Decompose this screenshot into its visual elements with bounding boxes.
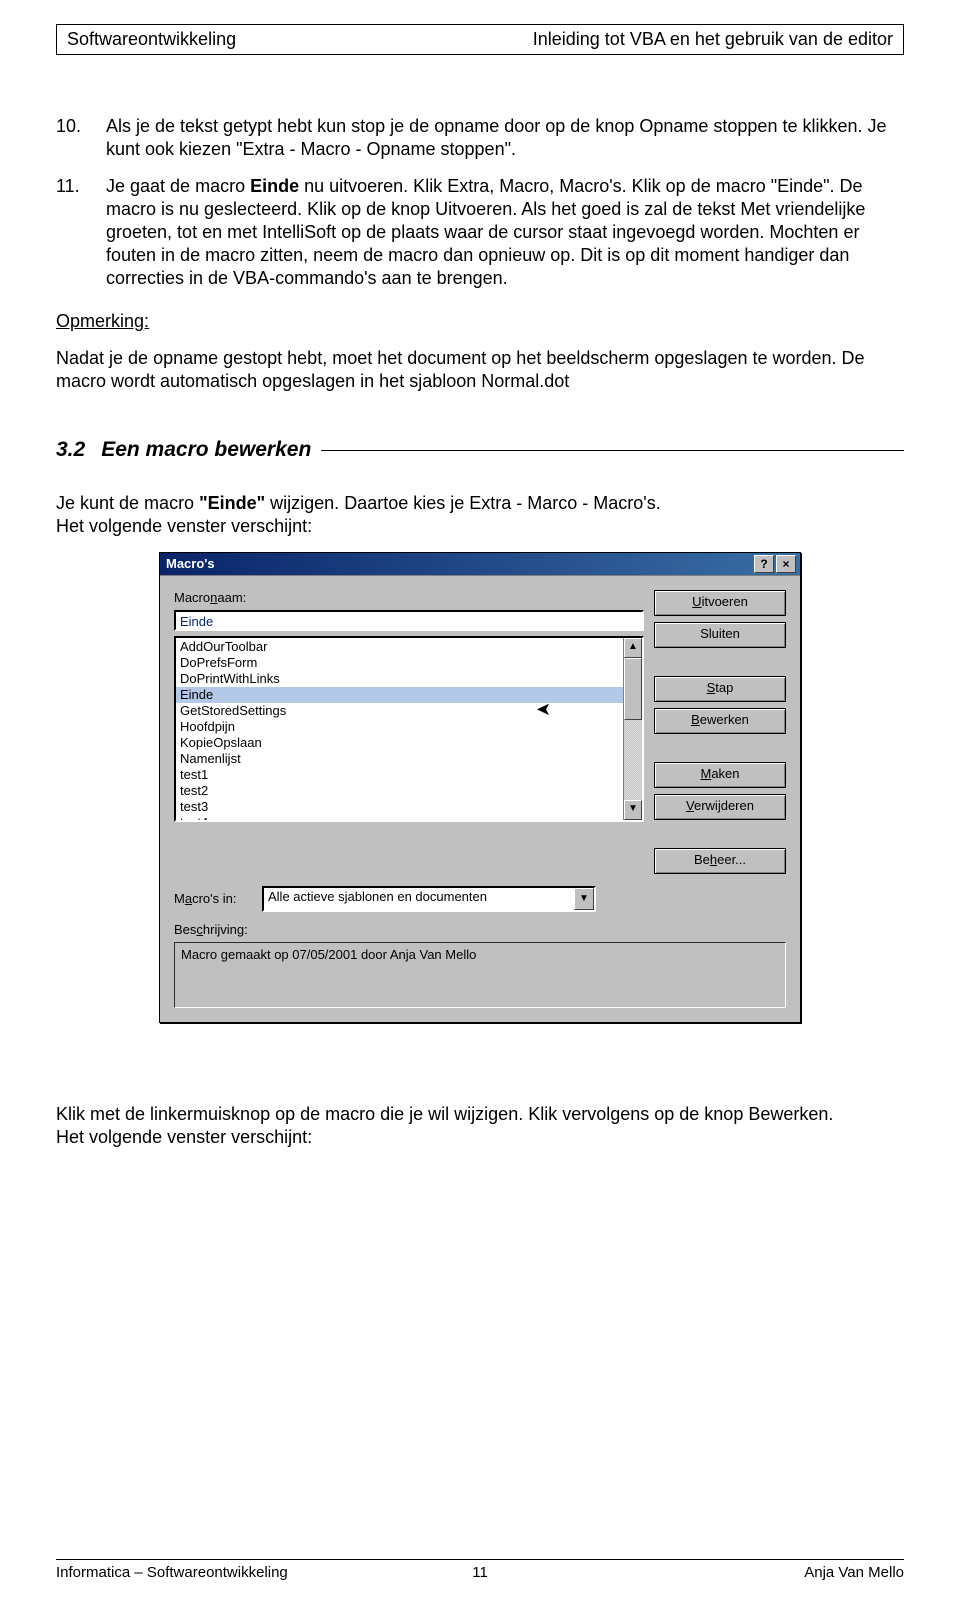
delete-button[interactable]: Verwijderen	[654, 794, 786, 820]
accelerator: a	[185, 891, 192, 906]
paragraph: Je kunt de macro "Einde" wijzigen. Daart…	[56, 492, 904, 538]
text-fragment: Bes	[174, 922, 196, 937]
text-fragment: Macro	[174, 590, 210, 605]
accelerator: U	[692, 594, 701, 609]
text-fragment: Het volgende venster verschijnt:	[56, 516, 312, 536]
header-left: Softwareontwikkeling	[67, 29, 236, 50]
dialog-buttons: Uitvoeren Sluiten Stap Bewerken Maken Ve…	[654, 590, 786, 874]
text-fragment: wijzigen. Daartoe kies je Extra - Marco …	[265, 493, 661, 513]
list-number: 10.	[56, 115, 106, 161]
dialog-title: Macro's	[166, 556, 215, 573]
document-body: 10. Als je de tekst getypt hebt kun stop…	[56, 115, 904, 1149]
section-heading: 3.2 Een macro bewerken	[56, 437, 904, 464]
help-button[interactable]: ?	[754, 555, 774, 573]
bold-text: Einde	[250, 176, 299, 196]
listbox-items: AddOurToolbarDoPrefsFormDoPrintWithLinks…	[176, 638, 623, 820]
list-number: 11.	[56, 175, 106, 290]
header-right: Inleiding tot VBA en het gebruik van de …	[533, 29, 893, 50]
list-item[interactable]: AddOurToolbar	[176, 639, 623, 655]
list-item[interactable]: KopieOpslaan	[176, 735, 623, 751]
list-item[interactable]: Namenlijst	[176, 751, 623, 767]
dialog-titlebar: Macro's ? ×	[160, 553, 800, 575]
page-header: Softwareontwikkeling Inleiding tot VBA e…	[56, 24, 904, 55]
macros-in-combo[interactable]: Alle actieve sjablonen en documenten ▼	[262, 886, 596, 912]
scroll-down-icon[interactable]: ▼	[624, 800, 642, 820]
macro-name-label: Macronaam:	[174, 590, 644, 607]
description-label: Beschrijving:	[174, 922, 786, 939]
scrollbar[interactable]: ▲ ▼	[623, 638, 642, 820]
close-dialog-button[interactable]: Sluiten	[654, 622, 786, 648]
text-fragment: M	[174, 891, 185, 906]
scroll-up-icon[interactable]: ▲	[624, 638, 642, 658]
accelerator: M	[700, 766, 711, 781]
button-label: itvoeren	[702, 594, 748, 609]
footer-right: Anja Van Mello	[804, 1564, 904, 1581]
description-box[interactable]: Macro gemaakt op 07/05/2001 door Anja Va…	[174, 942, 786, 1008]
footer-page-number: 11	[472, 1564, 488, 1581]
edit-button[interactable]: Bewerken	[654, 708, 786, 734]
step-button[interactable]: Stap	[654, 676, 786, 702]
note-text: Nadat je de opname gestopt hebt, moet he…	[56, 347, 904, 393]
button-label: ewerken	[700, 712, 749, 727]
button-label: Be	[694, 852, 710, 867]
footer-left: Informatica – Softwareontwikkeling	[56, 1564, 288, 1581]
list-item[interactable]: DoPrefsForm	[176, 655, 623, 671]
window-buttons: ? ×	[754, 555, 796, 573]
button-label: tap	[715, 680, 733, 695]
heading-rule	[321, 450, 904, 451]
text-line: Klik met de linkermuisknop op de macro d…	[56, 1104, 833, 1124]
text-fragment: aam:	[217, 590, 246, 605]
list-item[interactable]: test3	[176, 799, 623, 815]
chevron-down-icon[interactable]: ▼	[574, 888, 594, 910]
list-item[interactable]: DoPrintWithLinks	[176, 671, 623, 687]
list-item[interactable]: test2	[176, 783, 623, 799]
accelerator: V	[686, 798, 694, 813]
text-fragment: Je gaat de macro	[106, 176, 250, 196]
create-button[interactable]: Maken	[654, 762, 786, 788]
manage-button[interactable]: Beheer...	[654, 848, 786, 874]
list-text: Als je de tekst getypt hebt kun stop je …	[106, 115, 904, 161]
macro-listbox[interactable]: AddOurToolbarDoPrefsFormDoPrintWithLinks…	[174, 636, 644, 822]
section-title: Een macro bewerken	[95, 437, 321, 464]
list-item[interactable]: test1	[176, 767, 623, 783]
run-button[interactable]: Uitvoeren	[654, 590, 786, 616]
combo-value: Alle actieve sjablonen en documenten	[264, 888, 574, 910]
list-text: Je gaat de macro Einde nu uitvoeren. Kli…	[106, 175, 904, 290]
button-label: erwijderen	[694, 798, 754, 813]
text-fragment: Je kunt de macro	[56, 493, 199, 513]
section-number: 3.2	[56, 437, 95, 464]
text-fragment: cro's in:	[192, 891, 236, 906]
list-item-10: 10. Als je de tekst getypt hebt kun stop…	[56, 115, 904, 161]
button-label: aken	[711, 766, 739, 781]
macros-in-label: Macro's in:	[174, 891, 254, 908]
scroll-track[interactable]	[624, 658, 642, 800]
text-line: Het volgende venster verschijnt:	[56, 1127, 312, 1147]
list-item[interactable]: GetStoredSettings	[176, 703, 623, 719]
button-label: eer...	[717, 852, 746, 867]
list-item[interactable]: Einde	[176, 687, 623, 703]
scroll-thumb[interactable]	[624, 658, 642, 720]
list-item-11: 11. Je gaat de macro Einde nu uitvoeren.…	[56, 175, 904, 290]
instruction-list: 10. Als je de tekst getypt hebt kun stop…	[56, 115, 904, 290]
close-button[interactable]: ×	[776, 555, 796, 573]
list-item[interactable]: Hoofdpijn	[176, 719, 623, 735]
accelerator: S	[707, 680, 716, 695]
dialog-body: Macronaam: Einde AddOurToolbarDoPrefsFor…	[160, 575, 800, 1022]
note-label: Opmerking:	[56, 310, 904, 333]
bold-text: "Einde"	[199, 493, 265, 513]
page-footer: Informatica – Softwareontwikkeling 11 An…	[56, 1559, 904, 1581]
accelerator: B	[691, 712, 700, 727]
list-item[interactable]: test4	[176, 815, 623, 820]
macro-name-input[interactable]: Einde	[174, 610, 644, 631]
macros-dialog: Macro's ? × Macronaam: Einde AddOurToolb…	[159, 552, 801, 1023]
paragraph: Klik met de linkermuisknop op de macro d…	[56, 1103, 904, 1149]
text-fragment: hrijving:	[203, 922, 248, 937]
